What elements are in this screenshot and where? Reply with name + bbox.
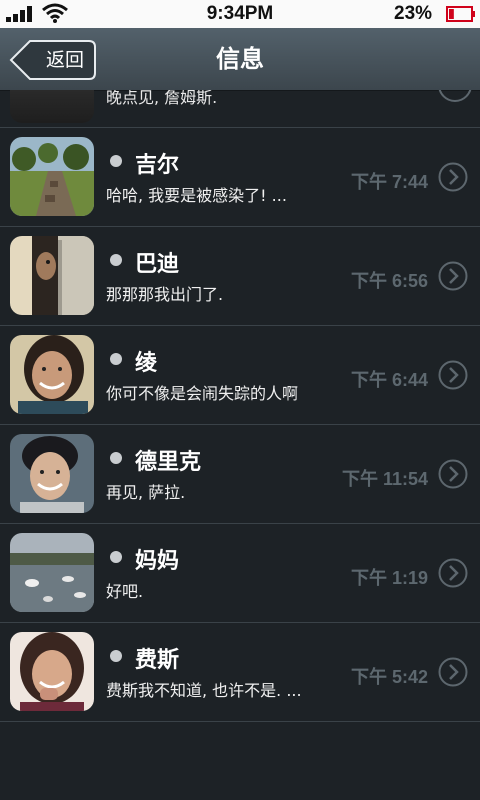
chevron-right-icon[interactable] [438, 162, 468, 192]
chevron-right-icon[interactable] [438, 90, 472, 102]
nav-bar: 信息 返回 [0, 28, 480, 91]
chevron-right-icon[interactable] [438, 657, 468, 687]
message-preview: 好吧. [106, 582, 144, 601]
message-list[interactable]: 晚点见, 詹姆斯. 吉尔哈哈, 我要是被感染了! ... 下午 7:44 巴迪那那那… [0, 90, 480, 800]
message-preview: 费斯我不知道, 也许不是. ... [106, 681, 302, 700]
back-button-label: 返回 [45, 49, 84, 71]
contact-name: 巴迪 [135, 252, 180, 277]
status-dot-icon [110, 254, 122, 266]
message-preview: 再见, 萨拉. [106, 483, 186, 502]
status-dot-icon [110, 551, 122, 563]
contact-name: 吉尔 [135, 153, 180, 178]
list-item[interactable]: 吉尔哈哈, 我要是被感染了! ... 下午 7:44 [0, 128, 480, 227]
avatar [10, 137, 94, 216]
avatar-photo [10, 632, 94, 711]
avatar [10, 90, 94, 123]
status-dot-icon [110, 650, 122, 662]
chevron-right-icon[interactable] [438, 459, 468, 489]
message-time: 下午 11:54 [341, 469, 428, 489]
list-item[interactable]: 巴迪那那那我出门了. 下午 6:56 [0, 227, 480, 326]
avatar-photo [10, 236, 94, 315]
list-item[interactable]: 晚点见, 詹姆斯. [0, 90, 480, 128]
status-dot-icon [110, 452, 122, 464]
message-preview: 那那那我出门了. [106, 285, 224, 304]
battery-percent: 23% [394, 3, 433, 24]
avatar-photo [10, 434, 94, 513]
message-time: 下午 5:42 [350, 667, 428, 687]
avatar-photo [10, 137, 94, 216]
contact-name: 妈妈 [135, 549, 180, 574]
avatar [10, 632, 94, 711]
status-bar: 9:34PM 23% [0, 0, 480, 28]
avatar [10, 236, 94, 315]
avatar [10, 434, 94, 513]
back-button[interactable]: 返回 [9, 39, 97, 81]
battery-icon [446, 6, 475, 22]
list-item[interactable]: 妈妈好吧. 下午 1:19 [0, 524, 480, 623]
message-preview: 你可不像是会闹失踪的人啊 [106, 384, 299, 403]
message-time: 下午 6:56 [350, 271, 428, 291]
contact-name: 费斯 [135, 648, 180, 673]
avatar-photo [10, 533, 94, 612]
chevron-right-icon[interactable] [438, 558, 468, 588]
list-item[interactable]: 绫你可不像是会闹失踪的人啊 下午 6:44 [0, 326, 480, 425]
message-preview: 哈哈, 我要是被感染了! ... [106, 186, 287, 205]
avatar [10, 533, 94, 612]
list-item[interactable]: 德里克再见, 萨拉. 下午 11:54 [0, 425, 480, 524]
status-dot-icon [110, 155, 122, 167]
list-item[interactable]: 费斯费斯我不知道, 也许不是. ... 下午 5:42 [0, 623, 480, 722]
message-time: 下午 1:19 [350, 568, 428, 588]
status-dot-icon [110, 353, 122, 365]
message-time: 下午 6:44 [350, 370, 428, 390]
message-time: 下午 7:44 [350, 172, 428, 192]
contact-name: 绫 [135, 351, 158, 376]
avatar-photo [10, 335, 94, 414]
message-preview: 晚点见, 詹姆斯. [106, 90, 218, 107]
avatar [10, 335, 94, 414]
chevron-right-icon[interactable] [438, 261, 468, 291]
chevron-right-icon[interactable] [438, 360, 468, 390]
contact-name: 德里克 [135, 450, 202, 475]
